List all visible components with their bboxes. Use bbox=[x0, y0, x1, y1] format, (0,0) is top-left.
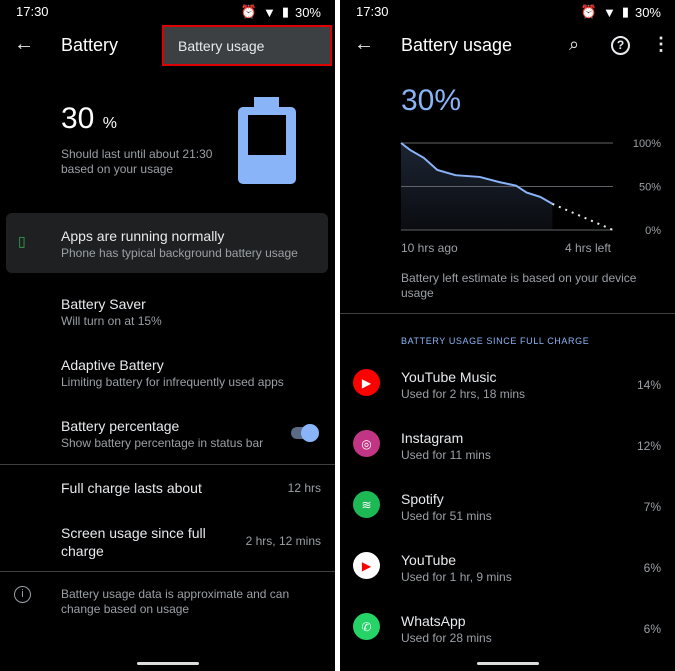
x-start-label: 10 hrs ago bbox=[401, 241, 458, 255]
screen-usage-label: Screen usage since full charge bbox=[61, 525, 206, 559]
estimate-note: Battery left estimate is based on your d… bbox=[401, 271, 637, 300]
y-tick-label: 100% bbox=[633, 138, 661, 150]
section-header: BATTERY USAGE SINCE FULL CHARGE bbox=[401, 336, 590, 346]
app-percent: 7% bbox=[643, 500, 661, 514]
status-time: 17:30 bbox=[16, 4, 49, 19]
page-title: Battery usage bbox=[401, 35, 513, 55]
help-icon[interactable]: ? bbox=[611, 36, 630, 55]
status-time: 17:30 bbox=[356, 4, 389, 19]
screen-usage-value: 2 hrs, 12 mins bbox=[245, 534, 321, 548]
setting-title: Battery percentage bbox=[61, 418, 180, 434]
status-battery: 30% bbox=[634, 4, 661, 20]
battery-usage-menu-item[interactable]: Battery usage bbox=[162, 25, 332, 66]
whatsapp-icon: ✆ bbox=[353, 613, 380, 640]
spotify-icon: ≋ bbox=[353, 491, 380, 518]
app-name: Instagram bbox=[401, 430, 464, 446]
projection-line bbox=[552, 202, 614, 231]
app-usage: Used for 28 mins bbox=[401, 631, 492, 645]
alarm-icon: ⏰ bbox=[580, 4, 597, 19]
app-percent: 6% bbox=[643, 622, 661, 636]
battery-icon bbox=[238, 97, 296, 184]
wifi-icon: ▼ bbox=[262, 4, 276, 20]
app-percent: 14% bbox=[636, 378, 661, 392]
footer-note: Battery usage data is approximate and ca… bbox=[61, 587, 290, 616]
battery-estimate: Should last until about 21:30 based on y… bbox=[61, 147, 213, 176]
battery-status-icon: ▮ bbox=[621, 4, 629, 19]
status-bar: 17:30 ⏰ ▼ ▮ 30% bbox=[356, 4, 661, 20]
y-tick-label: 50% bbox=[639, 182, 661, 194]
full-charge-label: Full charge lasts about bbox=[61, 480, 202, 496]
page-title: Battery bbox=[61, 35, 119, 55]
status-battery: 30% bbox=[294, 4, 321, 20]
status-card-subtitle: Phone has typical background battery usa… bbox=[61, 246, 298, 260]
battery-status-icon: ▮ bbox=[281, 4, 289, 19]
battery-ok-icon: ▯ bbox=[18, 233, 26, 249]
app-percent: 6% bbox=[643, 561, 661, 575]
youtube-icon: ▶ bbox=[353, 552, 380, 579]
alarm-icon: ⏰ bbox=[240, 4, 257, 19]
status-card[interactable]: ▯ Apps are running normally Phone has ty… bbox=[6, 213, 328, 273]
app-usage: Used for 11 mins bbox=[401, 448, 491, 462]
battery-usage-screen: 17:30 ⏰ ▼ ▮ 30% ← Battery usage ⌕ ? ⋮ 30% 1… bbox=[340, 0, 675, 671]
app-name: YouTube Music bbox=[401, 369, 497, 385]
battery-level-unit: % bbox=[102, 115, 117, 132]
app-usage: Used for 1 hr, 9 mins bbox=[401, 570, 512, 584]
back-arrow-icon[interactable]: ← bbox=[14, 33, 34, 56]
setting-title: Battery Saver bbox=[61, 296, 146, 312]
more-options-icon[interactable]: ⋮ bbox=[652, 34, 670, 55]
x-end-label: 4 hrs left bbox=[565, 241, 612, 255]
battery-chart: 100% 50% 0% bbox=[400, 138, 661, 237]
setting-subtitle: Limiting battery for infrequently used a… bbox=[61, 375, 284, 389]
setting-title: Adaptive Battery bbox=[61, 357, 164, 373]
setting-subtitle: Will turn on at 15% bbox=[61, 314, 162, 328]
status-bar: 17:30 ⏰ ▼ ▮ 30% bbox=[16, 4, 321, 20]
info-icon: i bbox=[14, 586, 31, 603]
gesture-bar[interactable] bbox=[476, 662, 539, 665]
instagram-icon: ◎ bbox=[353, 430, 380, 457]
app-usage: Used for 51 mins bbox=[401, 509, 492, 523]
battery-percentage-toggle[interactable] bbox=[291, 424, 319, 442]
wifi-icon: ▼ bbox=[602, 4, 616, 20]
back-arrow-icon[interactable]: ← bbox=[354, 33, 374, 56]
app-usage: Used for 2 hrs, 18 mins bbox=[401, 387, 526, 401]
battery-level: 30% bbox=[401, 84, 462, 117]
app-percent: 12% bbox=[636, 439, 661, 453]
youtube-music-icon: ▶ bbox=[353, 369, 380, 396]
status-card-title: Apps are running normally bbox=[61, 228, 225, 244]
battery-screen: 17:30 ⏰ ▼ ▮ 30% ← Battery Battery usage 30 … bbox=[0, 0, 335, 671]
y-tick-label: 0% bbox=[645, 225, 661, 237]
full-charge-value: 12 hrs bbox=[287, 481, 321, 495]
app-name: YouTube bbox=[401, 552, 457, 568]
setting-subtitle: Show battery percentage in status bar bbox=[61, 436, 264, 450]
app-name: WhatsApp bbox=[401, 613, 466, 629]
app-name: Spotify bbox=[401, 491, 444, 507]
gesture-bar[interactable] bbox=[136, 662, 199, 665]
search-icon[interactable]: ⌕ bbox=[569, 34, 579, 55]
battery-level: 30 bbox=[61, 102, 95, 135]
